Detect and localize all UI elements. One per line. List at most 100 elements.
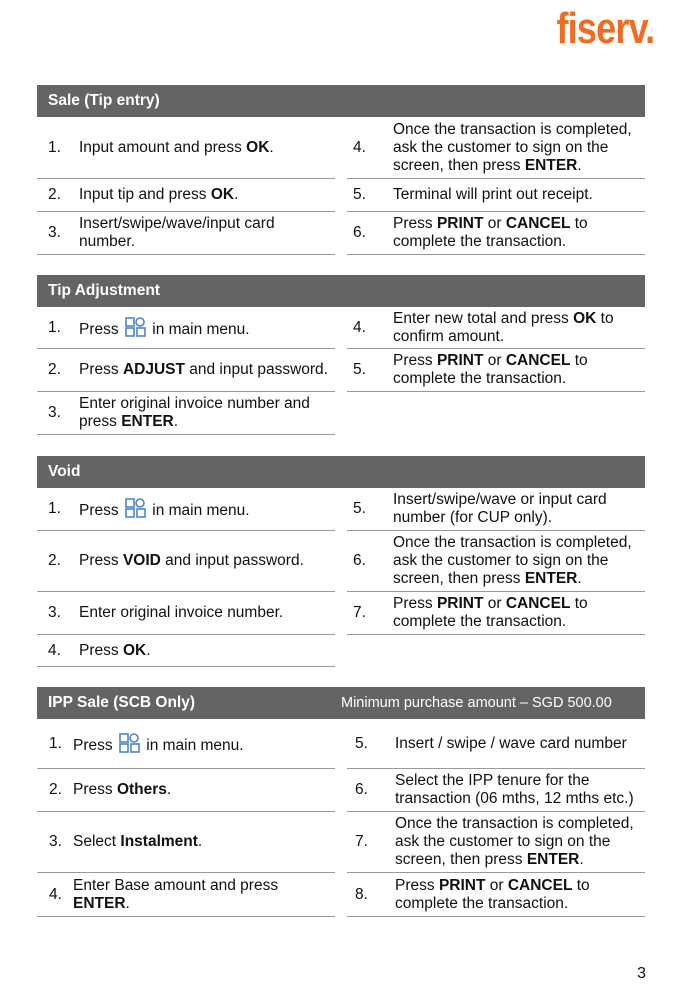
step-text-part: or: [483, 215, 506, 232]
step-text: Input amount and press OK.: [79, 139, 335, 157]
step-text: Input tip and press OK.: [79, 186, 335, 204]
steps-right-column: 4. Once the transaction is completed, ask…: [347, 117, 645, 255]
step-text-part: Select the IPP tenure for the transactio…: [395, 772, 634, 807]
step-row: 4. Enter Base amount and press ENTER.: [37, 873, 335, 917]
step-text: Once the transaction is completed, ask t…: [393, 534, 645, 588]
step-number: 1.: [48, 500, 61, 517]
step-number: 2.: [49, 781, 62, 798]
step-text-part: Select: [73, 833, 121, 850]
step-row: 5. Insert / swipe / wave card number: [347, 719, 645, 769]
step-text: Press PRINT or CANCEL to complete the tr…: [393, 215, 645, 251]
step-keyword: CANCEL: [505, 595, 571, 612]
step-text-part: Once the transaction is completed, ask t…: [393, 534, 632, 587]
step-row: 5. Terminal will print out receipt.: [347, 179, 645, 212]
step-number: 8.: [355, 885, 368, 903]
section-title: Sale (Tip entry): [48, 92, 160, 109]
step-text-part: Press: [79, 320, 123, 338]
step-text: Press Others.: [73, 781, 335, 799]
step-text-part: in main menu.: [147, 502, 250, 519]
step-row: 3. Enter original invoice number.: [37, 592, 335, 635]
section-title: Tip Adjustment: [48, 282, 160, 299]
step-number: 6.: [353, 224, 366, 241]
step-text: Once the transaction is completed, ask t…: [395, 815, 645, 869]
step-keyword: ENTER: [524, 570, 578, 587]
step-row: 3. Enter original invoice number and pres…: [37, 392, 335, 435]
step-text: Enter new total and press OK to confirm …: [393, 310, 645, 346]
step-text-part: Insert/swipe/wave/input card number.: [79, 215, 275, 250]
section-ipp-sale: IPP Sale (SCB Only) Minimum purchase amou…: [37, 687, 645, 917]
step-text-part: in main menu.: [147, 320, 250, 338]
steps-left-column: 1. Press in main menu. 2. Press Others. 3. Se…: [37, 719, 335, 917]
step-text-part: Press: [73, 781, 117, 798]
step-text: Insert/swipe/wave/input card number.: [79, 215, 335, 251]
step-text-part: Press: [395, 876, 439, 894]
step-row: 3. Select Instalment.: [37, 812, 335, 873]
step-row: 2. Input tip and press OK.: [37, 179, 335, 212]
step-number: 5.: [355, 734, 368, 752]
menu-grid-icon: [119, 732, 140, 753]
step-row: 7. Press PRINT or CANCEL to complete the …: [347, 592, 645, 635]
step-keyword: OK: [573, 309, 597, 327]
step-number: 6.: [353, 552, 366, 569]
step-row: 4. Enter new total and press OK to confir…: [347, 307, 645, 349]
step-keyword: OK: [122, 641, 147, 659]
step-keyword: ENTER: [524, 156, 578, 174]
step-number: 7.: [355, 833, 368, 850]
step-text-part: Press: [79, 552, 123, 569]
menu-grid-icon: [125, 316, 146, 337]
section-tip-adjustment: Tip Adjustment 1. Press in main menu. 2. Pr…: [37, 275, 645, 435]
step-text-part: Insert/swipe/wave or input card number (…: [393, 491, 607, 526]
step-number: 3.: [49, 833, 62, 850]
step-row: 4. Once the transaction is completed, ask…: [347, 117, 645, 179]
step-text-part: .: [234, 186, 239, 203]
step-row: 4. Press OK.: [37, 635, 335, 667]
step-row: 6. Press PRINT or CANCEL to complete the …: [347, 212, 645, 255]
step-text-part: Enter new total and press: [393, 309, 574, 327]
step-text: Enter Base amount and press ENTER.: [73, 877, 335, 913]
step-keyword: CANCEL: [505, 352, 571, 369]
step-text-part: or: [485, 876, 508, 894]
step-text-part: and input password.: [160, 552, 304, 569]
step-keyword: PRINT: [438, 876, 486, 894]
step-row: 5. Insert/swipe/wave or input card number…: [347, 488, 645, 531]
section-title: Void: [48, 463, 81, 480]
step-text: Press PRINT or CANCEL to complete the tr…: [393, 595, 645, 631]
step-number: 2.: [48, 552, 61, 569]
steps-right-column: 5. Insert/swipe/wave or input card number…: [347, 488, 645, 667]
step-row: 1. Press in main menu.: [37, 307, 335, 349]
section-sale-tip-entry: Sale (Tip entry) 1. Input amount and pres…: [37, 85, 645, 255]
step-text: Select the IPP tenure for the transactio…: [395, 772, 645, 808]
step-number: 4.: [49, 885, 62, 903]
step-keyword: ENTER: [526, 851, 580, 868]
step-text-part: .: [173, 413, 179, 430]
step-text-part: .: [577, 156, 582, 174]
step-text-part: and input password.: [184, 361, 328, 378]
step-text-part: Terminal will print out receipt.: [393, 186, 593, 203]
step-text-part: Once the transaction is completed, ask t…: [393, 120, 632, 174]
step-text-part: Press: [79, 502, 123, 519]
step-number: 5.: [353, 361, 366, 378]
page-number: 3: [637, 965, 646, 982]
step-text-part: .: [125, 894, 130, 912]
section-header: Sale (Tip entry): [37, 85, 645, 117]
step-text-part: Press: [73, 736, 117, 754]
step-text: Press PRINT or CANCEL to complete the tr…: [395, 877, 645, 913]
step-text-part: Enter Base amount and press: [73, 876, 279, 894]
step-number: 1.: [48, 138, 61, 156]
step-row: 1. Press in main menu.: [37, 719, 335, 769]
section-header: IPP Sale (SCB Only) Minimum purchase amou…: [37, 687, 645, 719]
steps-right-column: 5. Insert / swipe / wave card number 6. Sel…: [347, 719, 645, 917]
step-text-part: Insert / swipe / wave card number: [395, 734, 627, 752]
step-number: 3.: [48, 604, 61, 621]
step-row: 1. Press in main menu.: [37, 488, 335, 531]
steps-left-column: 1. Press in main menu. 2. Press VOID and in…: [37, 488, 335, 667]
steps-left-column: 1. Input amount and press OK. 2. Input tip …: [37, 117, 335, 255]
step-keyword: ENTER: [73, 894, 126, 912]
step-keyword: CANCEL: [505, 215, 571, 232]
menu-grid-icon: [125, 498, 146, 518]
step-text: Press ADJUST and input password.: [79, 361, 335, 379]
step-text-part: .: [579, 851, 584, 868]
step-text: Enter original invoice number.: [79, 604, 335, 622]
step-text: Press VOID and input password.: [79, 552, 335, 570]
step-text: Terminal will print out receipt.: [393, 186, 645, 204]
